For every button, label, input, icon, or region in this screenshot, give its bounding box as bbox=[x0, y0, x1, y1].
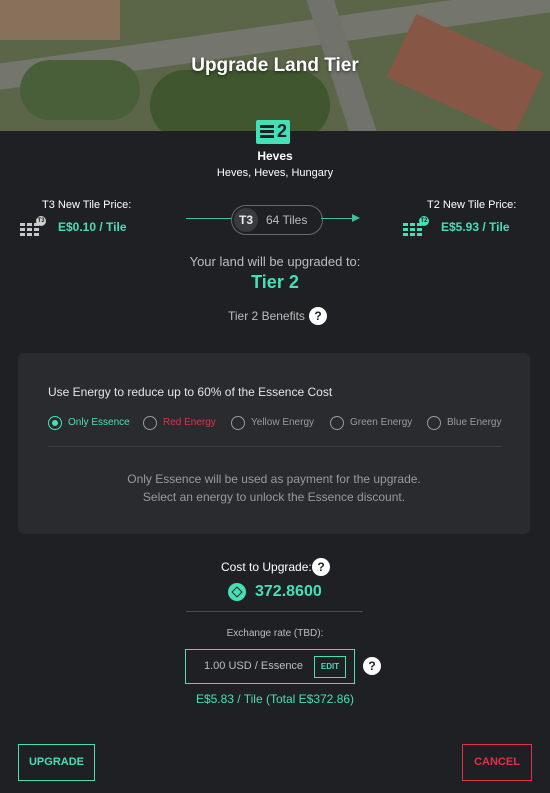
essence-coin-icon bbox=[228, 583, 246, 601]
new-tile-price: E$5.93 / Tile bbox=[441, 220, 510, 234]
page-title: Upgrade Land Tier bbox=[191, 55, 359, 76]
benefits-help-icon[interactable]: ? bbox=[309, 307, 327, 325]
exchange-rate-field: 1.00 USD / Essence EDIT bbox=[185, 649, 355, 684]
target-tier: Tier 2 bbox=[251, 272, 299, 292]
edit-exchange-rate-button[interactable]: EDIT bbox=[314, 656, 346, 678]
radio-icon bbox=[143, 416, 157, 430]
hero-satellite-image: Upgrade Land Tier bbox=[0, 0, 550, 131]
radio-selected-icon bbox=[48, 416, 62, 430]
per-tile-cost: E$5.83 / Tile (Total E$372.86) bbox=[195, 692, 355, 706]
tier-badge-icon: 2 bbox=[256, 120, 290, 144]
t3-tile-grid-icon: T3 bbox=[20, 216, 46, 236]
energy-panel: Use Energy to reduce up to 60% of the Es… bbox=[18, 353, 530, 534]
location-address: Heves, Heves, Hungary bbox=[216, 167, 334, 179]
radio-icon bbox=[231, 416, 245, 430]
tiles-count: 64 Tiles bbox=[266, 213, 308, 227]
tiles-tier-badge: T3 bbox=[234, 208, 258, 232]
radio-icon bbox=[427, 416, 441, 430]
current-tile-price-label: T3 New Tile Price: bbox=[42, 199, 132, 211]
flow-line-left bbox=[186, 218, 232, 219]
arrow-right-icon bbox=[352, 214, 360, 222]
flow-line-right bbox=[321, 218, 353, 219]
energy-info-line-1: Only Essence will be used as payment for… bbox=[127, 472, 421, 486]
t2-tile-grid-icon: T2 bbox=[403, 216, 429, 236]
tiles-count-pill: T3 64 Tiles bbox=[231, 205, 323, 235]
exchange-rate-value: 1.00 USD / Essence bbox=[204, 660, 304, 672]
tier-benefits-label: Tier 2 Benefits bbox=[228, 309, 305, 323]
new-tile-price-label: T2 New Tile Price: bbox=[427, 199, 517, 211]
exchange-help-icon[interactable]: ? bbox=[363, 657, 381, 675]
energy-heading: Use Energy to reduce up to 60% of the Es… bbox=[48, 385, 333, 399]
location-name: Heves bbox=[257, 149, 293, 163]
divider bbox=[186, 611, 363, 612]
radio-icon bbox=[330, 416, 344, 430]
cancel-button[interactable]: CANCEL bbox=[462, 744, 532, 781]
divider bbox=[48, 446, 501, 447]
upgrade-target-label: Your land will be upgraded to: bbox=[189, 254, 361, 269]
cost-value: 372.8600 bbox=[255, 583, 322, 600]
energy-info-line-2: Select an energy to unlock the Essence d… bbox=[142, 490, 406, 504]
tier-badge-number: 2 bbox=[276, 121, 287, 141]
cost-label: Cost to Upgrade: bbox=[221, 560, 312, 574]
exchange-rate-label: Exchange rate (TBD): bbox=[226, 628, 324, 639]
upgrade-button[interactable]: UPGRADE bbox=[18, 744, 95, 781]
cost-help-icon[interactable]: ? bbox=[312, 558, 330, 576]
current-tile-price: E$0.10 / Tile bbox=[58, 220, 127, 234]
